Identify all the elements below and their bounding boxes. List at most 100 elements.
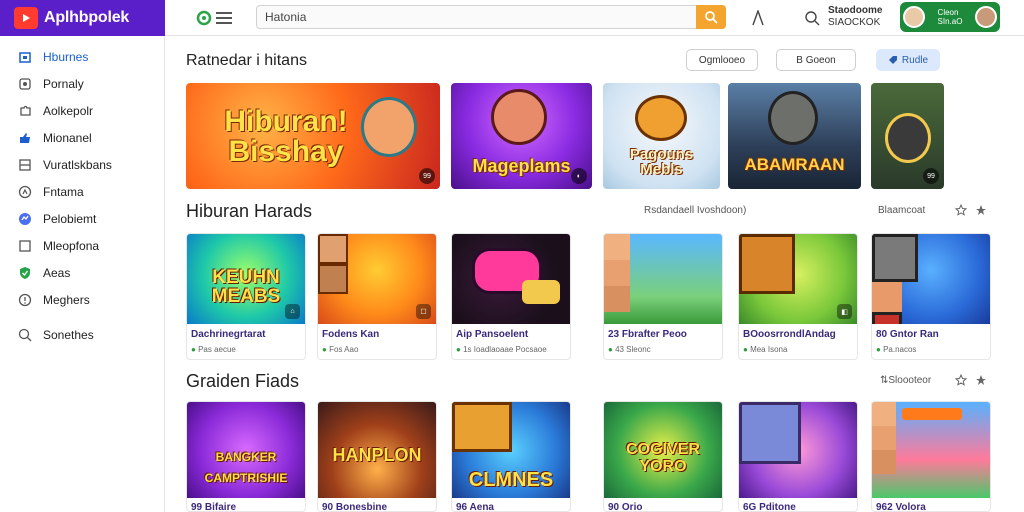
sidebar-item-hburnes[interactable]: Hburnes [0, 43, 164, 70]
badge-line-2: SIn.aO [937, 17, 963, 26]
section-side-label[interactable]: ⇅Sloooteor [880, 375, 931, 386]
top-bar: Aplhbpolek Staodoome SIAOCKOK Cleon [0, 0, 1024, 36]
sidebar-item-mionanel[interactable]: Mionanel [0, 124, 164, 151]
card-title: 80 Gntor Ran [876, 329, 939, 340]
menu-icon[interactable] [214, 8, 234, 28]
game-tile[interactable]: 99 [871, 83, 944, 189]
game-card[interactable]: 6G Pditone [738, 401, 858, 512]
bookmark-icon [18, 77, 32, 91]
character-art [604, 234, 630, 260]
flag-icon[interactable] [748, 8, 768, 28]
sidebar-item-vuratlskbans[interactable]: Vuratlskbans [0, 151, 164, 178]
character-art [872, 426, 896, 450]
search-input[interactable] [265, 9, 685, 25]
sidebar-item-label: Aeas [43, 265, 71, 280]
sidebar-item-pelobiemt[interactable]: Pelobiemt [0, 205, 164, 232]
card-title: 99 Bifaire [191, 502, 237, 512]
account-badge[interactable]: Cleon SIn.aO [900, 2, 1000, 32]
game-card[interactable]: COGIVER YORO 90 Orio [603, 401, 723, 512]
sidebar-item-aeas[interactable]: Aeas [0, 259, 164, 286]
refresh-icon[interactable] [194, 8, 214, 28]
section-title: Graiden Fiads [186, 371, 300, 391]
featured-game-tile[interactable]: Hiburan! Bisshay 99 [186, 83, 440, 189]
game-card[interactable]: HANPLON 90 Bonesbine [317, 401, 437, 512]
game-thumbnail: CLMNES [452, 402, 570, 498]
game-card[interactable]: 23 Fbrafter Peoo ● 43 Sleonc [603, 233, 723, 360]
account-name: Staodoome [828, 5, 883, 16]
sidebar-item-label: Hburnes [43, 49, 89, 64]
puzzle-icon [18, 104, 32, 118]
game-thumbnail: ◧ [739, 234, 857, 324]
gamepad-icon [522, 280, 560, 304]
game-thumbnail [739, 402, 857, 498]
game-card[interactable]: Aip Pansoelent ● 1s Ioadlaoaae Pocsaoe [451, 233, 571, 360]
game-thumbnail: COGIVER YORO [604, 402, 722, 498]
section-title: Ratnedar i hitans [186, 52, 307, 69]
brand[interactable]: Aplhbpolek [0, 0, 165, 36]
sidebar-item-label: Mionanel [43, 130, 92, 145]
character-art [604, 286, 630, 312]
search-icon[interactable] [802, 8, 822, 28]
filter-button[interactable]: Ogmlooeo [686, 49, 758, 71]
card-meta: ● Pas aecue [191, 345, 236, 354]
game-card[interactable]: KEUHN MEABS ⌂ Dachrinegrtarat ● Pas aecu… [186, 233, 306, 360]
search-bar [256, 5, 726, 29]
character-art [872, 282, 902, 312]
search-button[interactable] [696, 5, 726, 29]
sidebar-item-label: Vuratlskbans [43, 157, 112, 172]
info-icon [18, 293, 32, 307]
card-meta: ● Fos Aao [322, 345, 359, 354]
sidebar-item-meghers[interactable]: Meghers [0, 286, 164, 313]
tile-badge: 99 [419, 168, 435, 184]
square-icon [18, 239, 32, 253]
card-title: 90 Orio [608, 502, 643, 512]
tile-title: Hiburan! Bisshay [224, 105, 348, 168]
filter-button[interactable]: B Goeon [776, 49, 856, 71]
sidebar-item-mleopfona[interactable]: Mleopfona [0, 232, 164, 259]
account-info[interactable]: Staodoome SIAOCKOK [828, 5, 882, 29]
filter-button-active[interactable]: Rudle [876, 49, 940, 71]
section-side-text: Sloooteor [888, 375, 932, 386]
game-tile[interactable]: Pagouns Mebls [603, 83, 720, 189]
sidebar-item-sonethes[interactable]: Sonethes [0, 321, 164, 348]
tile-badge: 99 [923, 168, 939, 184]
card-meta-text: 43 Sleonc [615, 345, 651, 354]
character-art [739, 402, 801, 464]
sidebar-item-fntama[interactable]: Fntama [0, 178, 164, 205]
section-side-label[interactable]: Blaamcoat [878, 205, 925, 216]
sidebar-item-aolkepolr[interactable]: Aolkepolr [0, 97, 164, 124]
game-card[interactable]: ☐ Fodens Kan ● Fos Aao [317, 233, 437, 360]
card-meta: ● 43 Sleonc [608, 345, 651, 354]
character-art [885, 113, 931, 163]
game-thumbnail [452, 234, 570, 324]
thumbnail-title: KEUHN MEABS [211, 267, 281, 307]
tile-title: Pagouns Mebls [629, 146, 694, 178]
card-title: 6G Pditone [743, 502, 796, 512]
game-thumbnail: HANPLON [318, 402, 436, 498]
game-card[interactable]: 962 Volora [871, 401, 991, 512]
game-card[interactable]: BANGKER CAMPTRISHIE 99 Bifaire [186, 401, 306, 512]
game-card[interactable]: 80 Gntor Ran ● Pa.nacos [871, 233, 991, 360]
character-art [635, 95, 687, 141]
character-art [739, 234, 795, 294]
card-meta: ● 1s Ioadlaoaae Pocsaoe [456, 345, 547, 354]
game-tile[interactable]: Mageplams ◐ [451, 83, 592, 189]
sidebar-item-pornaly[interactable]: Pornaly [0, 70, 164, 97]
game-card[interactable]: ◧ BOoosrrondlAndag ● Mea Isona [738, 233, 858, 360]
star-icon[interactable] [954, 373, 968, 387]
character-art [318, 234, 348, 264]
game-tile[interactable]: ABAMRAAN [728, 83, 861, 189]
character-art [318, 264, 348, 294]
home-icon [18, 50, 32, 64]
pin-icon[interactable] [974, 203, 988, 217]
card-title: 23 Fbrafter Peoo [608, 329, 687, 340]
compass-icon [18, 185, 32, 199]
card-title: Dachrinegrtarat [191, 329, 266, 340]
card-title: 96 Aena [456, 502, 494, 512]
pin-icon[interactable] [974, 373, 988, 387]
sidebar-item-label: Sonethes [43, 327, 94, 342]
game-card[interactable]: CLMNES 96 Aena [451, 401, 571, 512]
thumbnail-badge: ⌂ [285, 304, 300, 319]
star-icon[interactable] [954, 203, 968, 217]
grid-icon [18, 158, 32, 172]
